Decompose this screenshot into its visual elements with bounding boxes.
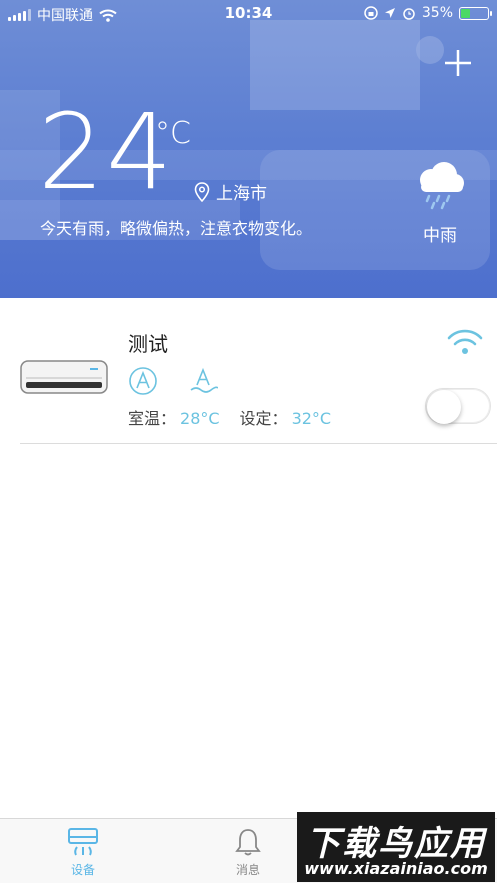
bell-icon — [235, 829, 261, 856]
location[interactable]: 上海市 — [194, 179, 267, 204]
weather-description: 今天有雨，略微偏热，注意衣物变化。 — [40, 219, 313, 238]
weather-header: 中国联通 10:34 35% 24 °C 上海市 今天有雨，略微偏热，注意衣物变… — [0, 0, 497, 298]
plus-icon — [445, 50, 471, 76]
tab-messages-label: 消息 — [235, 863, 260, 877]
auto-wind-icon — [190, 367, 218, 393]
watermark: 下载鸟应用 www.xiazainiao.com — [297, 812, 495, 882]
watermark-title: 下载鸟应用 — [306, 824, 486, 864]
tab-devices[interactable]: 设备 — [53, 827, 113, 878]
toggle-knob — [427, 390, 461, 424]
wifi-icon — [447, 329, 483, 354]
alarm-icon — [403, 8, 415, 20]
device-name: 测试 — [128, 332, 168, 356]
tab-messages[interactable]: 消息 — [218, 827, 278, 878]
setpoint-value: 32°C — [291, 409, 332, 428]
location-name: 上海市 — [216, 184, 267, 204]
add-device-button[interactable] — [441, 48, 475, 82]
setpoint-label: 设定： — [239, 409, 288, 428]
battery-percent: 35% — [421, 5, 453, 21]
location-pin-icon — [194, 181, 210, 202]
indoor-temperature-label: 室温： — [128, 409, 177, 428]
cloud-rain-icon — [420, 162, 464, 210]
status-bar: 中国联通 10:34 35% — [0, 0, 497, 28]
location-arrow-icon — [384, 8, 395, 18]
power-toggle[interactable] — [425, 388, 491, 424]
watermark-url: www.xiazainiao.com — [304, 859, 488, 878]
auto-mode-icon — [129, 367, 157, 395]
battery-icon — [459, 6, 492, 20]
current-temperature: 24 — [38, 91, 175, 213]
device-icon — [68, 828, 98, 856]
indoor-temperature: 室温： 28°C — [128, 405, 220, 429]
temperature-unit: °C — [155, 116, 191, 151]
tab-devices-label: 设备 — [70, 863, 95, 877]
air-conditioner-image — [20, 360, 108, 394]
indoor-temperature-value: 28°C — [180, 409, 220, 428]
device-card[interactable]: 测试 室温： 28°C 设定： 32°C — [20, 298, 497, 444]
rotation-lock-icon — [364, 6, 378, 20]
setpoint-temperature: 设定： 32°C — [240, 405, 332, 429]
weather-condition: 中雨 — [423, 226, 457, 246]
